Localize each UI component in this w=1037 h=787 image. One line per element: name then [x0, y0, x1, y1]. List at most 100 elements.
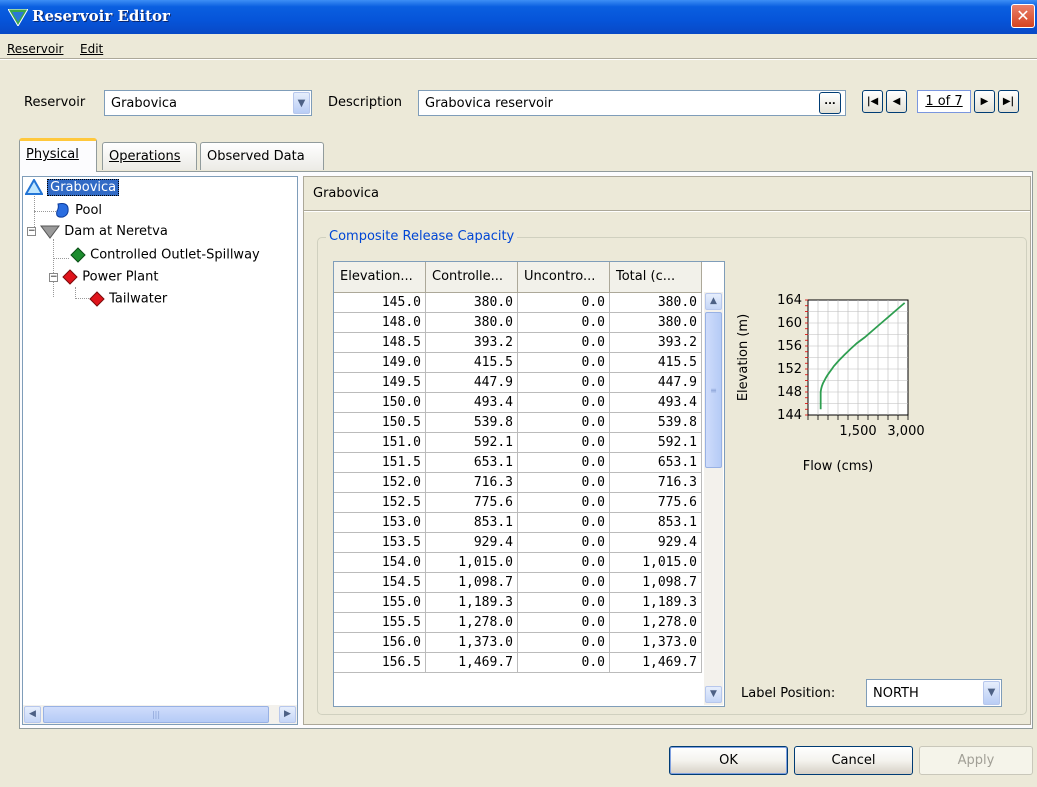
table-cell[interactable]: 493.4 — [426, 393, 518, 413]
table-cell[interactable]: 716.3 — [610, 473, 702, 493]
close-button[interactable]: ✕ — [1011, 4, 1035, 28]
table-cell[interactable]: 447.9 — [610, 373, 702, 393]
table-cell[interactable]: 0.0 — [518, 653, 610, 673]
table-cell[interactable]: 1,189.3 — [610, 593, 702, 613]
description-edit-button[interactable]: ... — [819, 92, 841, 114]
table-cell[interactable]: 0.0 — [518, 513, 610, 533]
table-cell[interactable]: 150.0 — [334, 393, 426, 413]
table-cell[interactable]: 380.0 — [610, 313, 702, 333]
table-cell[interactable]: 0.0 — [518, 593, 610, 613]
tab-operations[interactable]: Operations — [102, 142, 197, 170]
table-cell[interactable]: 145.0 — [334, 293, 426, 313]
table-cell[interactable]: 0.0 — [518, 313, 610, 333]
scroll-up-icon[interactable]: ▲ — [705, 293, 722, 310]
table-cell[interactable]: 0.0 — [518, 293, 610, 313]
next-record-icon[interactable]: ▶ — [974, 90, 995, 113]
previous-record-icon[interactable]: ◀ — [886, 90, 907, 113]
table-cell[interactable]: 393.2 — [426, 333, 518, 353]
description-input[interactable]: Grabovica reservoir ... — [418, 90, 846, 116]
table-cell[interactable]: 0.0 — [518, 493, 610, 513]
table-cell[interactable]: 148.5 — [334, 333, 426, 353]
table-cell[interactable]: 447.9 — [426, 373, 518, 393]
table-cell[interactable]: 415.5 — [610, 353, 702, 373]
cancel-button[interactable]: Cancel — [794, 746, 913, 775]
reservoir-select[interactable]: Grabovica ▼ — [104, 90, 312, 116]
collapse-icon[interactable]: − — [49, 272, 58, 282]
tab-physical[interactable]: Physical — [19, 138, 97, 172]
table-cell[interactable]: 539.8 — [610, 413, 702, 433]
scroll-right-icon[interactable]: ▶ — [279, 706, 296, 723]
table-cell[interactable]: 1,015.0 — [426, 553, 518, 573]
table-cell[interactable]: 1,278.0 — [610, 613, 702, 633]
table-cell[interactable]: 0.0 — [518, 473, 610, 493]
table-cell[interactable]: 156.0 — [334, 633, 426, 653]
tree-node-controlled-outlet[interactable]: Controlled Outlet-Spillway — [70, 247, 260, 263]
scroll-down-icon[interactable]: ▼ — [705, 686, 722, 703]
table-cell[interactable]: 0.0 — [518, 453, 610, 473]
tree-node-pool[interactable]: Pool — [53, 202, 102, 219]
chevron-down-icon[interactable]: ▼ — [293, 92, 310, 114]
table-cell[interactable]: 493.4 — [610, 393, 702, 413]
table-cell[interactable]: 0.0 — [518, 613, 610, 633]
table-cell[interactable]: 152.0 — [334, 473, 426, 493]
table-cell[interactable]: 592.1 — [426, 433, 518, 453]
table-cell[interactable]: 155.5 — [334, 613, 426, 633]
table-cell[interactable]: 0.0 — [518, 373, 610, 393]
table-cell[interactable]: 0.0 — [518, 393, 610, 413]
table-cell[interactable]: 1,098.7 — [426, 573, 518, 593]
tree-node-tailwater[interactable]: Tailwater — [89, 291, 167, 307]
table-cell[interactable]: 1,373.0 — [610, 633, 702, 653]
table-cell[interactable]: 0.0 — [518, 413, 610, 433]
tree-node-dam[interactable]: − Dam at Neretva — [27, 224, 168, 239]
table-cell[interactable]: 1,098.7 — [610, 573, 702, 593]
table-cell[interactable]: 150.5 — [334, 413, 426, 433]
table-cell[interactable]: 151.5 — [334, 453, 426, 473]
table-cell[interactable]: 155.0 — [334, 593, 426, 613]
table-cell[interactable]: 929.4 — [610, 533, 702, 553]
table-cell[interactable]: 380.0 — [426, 313, 518, 333]
table-cell[interactable]: 775.6 — [426, 493, 518, 513]
table-cell[interactable]: 1,015.0 — [610, 553, 702, 573]
table-cell[interactable]: 152.5 — [334, 493, 426, 513]
table-cell[interactable]: 653.1 — [426, 453, 518, 473]
table-cell[interactable]: 0.0 — [518, 433, 610, 453]
table-cell[interactable]: 153.5 — [334, 533, 426, 553]
table-cell[interactable]: 154.5 — [334, 573, 426, 593]
apply-button[interactable]: Apply — [919, 746, 1033, 775]
table-cell[interactable]: 0.0 — [518, 533, 610, 553]
last-record-icon[interactable]: ▶| — [998, 90, 1019, 113]
table-cell[interactable]: 929.4 — [426, 533, 518, 553]
table-cell[interactable]: 393.2 — [610, 333, 702, 353]
table-cell[interactable]: 154.0 — [334, 553, 426, 573]
table-cell[interactable]: 1,278.0 — [426, 613, 518, 633]
tree-horizontal-scrollbar[interactable]: ◀ ||| ▶ — [23, 705, 297, 724]
table-cell[interactable]: 380.0 — [426, 293, 518, 313]
column-header-elevation[interactable]: Elevation... — [334, 262, 426, 293]
table-cell[interactable]: 539.8 — [426, 413, 518, 433]
table-cell[interactable]: 1,469.7 — [610, 653, 702, 673]
column-header-uncontrolled[interactable]: Uncontro... — [518, 262, 610, 293]
capacity-table[interactable]: Elevation... Controlle... Uncontro... To… — [333, 261, 725, 707]
table-cell[interactable]: 853.1 — [610, 513, 702, 533]
tree-node-power-plant[interactable]: − Power Plant — [49, 269, 158, 285]
table-cell[interactable]: 1,373.0 — [426, 633, 518, 653]
table-cell[interactable]: 0.0 — [518, 553, 610, 573]
tree-node-grabovica[interactable]: Grabovica — [24, 177, 120, 196]
table-cell[interactable]: 149.0 — [334, 353, 426, 373]
table-cell[interactable]: 156.5 — [334, 653, 426, 673]
table-cell[interactable]: 0.0 — [518, 573, 610, 593]
table-cell[interactable]: 0.0 — [518, 333, 610, 353]
table-cell[interactable]: 149.5 — [334, 373, 426, 393]
tab-observed-data[interactable]: Observed Data — [200, 142, 324, 170]
table-cell[interactable]: 415.5 — [426, 353, 518, 373]
column-header-controlled[interactable]: Controlle... — [426, 262, 518, 293]
table-cell[interactable]: 151.0 — [334, 433, 426, 453]
scroll-left-icon[interactable]: ◀ — [24, 706, 41, 723]
table-cell[interactable]: 716.3 — [426, 473, 518, 493]
table-cell[interactable]: 0.0 — [518, 633, 610, 653]
table-cell[interactable]: 775.6 — [610, 493, 702, 513]
chevron-down-icon[interactable]: ▼ — [983, 681, 1000, 705]
table-cell[interactable]: 853.1 — [426, 513, 518, 533]
table-cell[interactable]: 1,469.7 — [426, 653, 518, 673]
table-cell[interactable]: 1,189.3 — [426, 593, 518, 613]
